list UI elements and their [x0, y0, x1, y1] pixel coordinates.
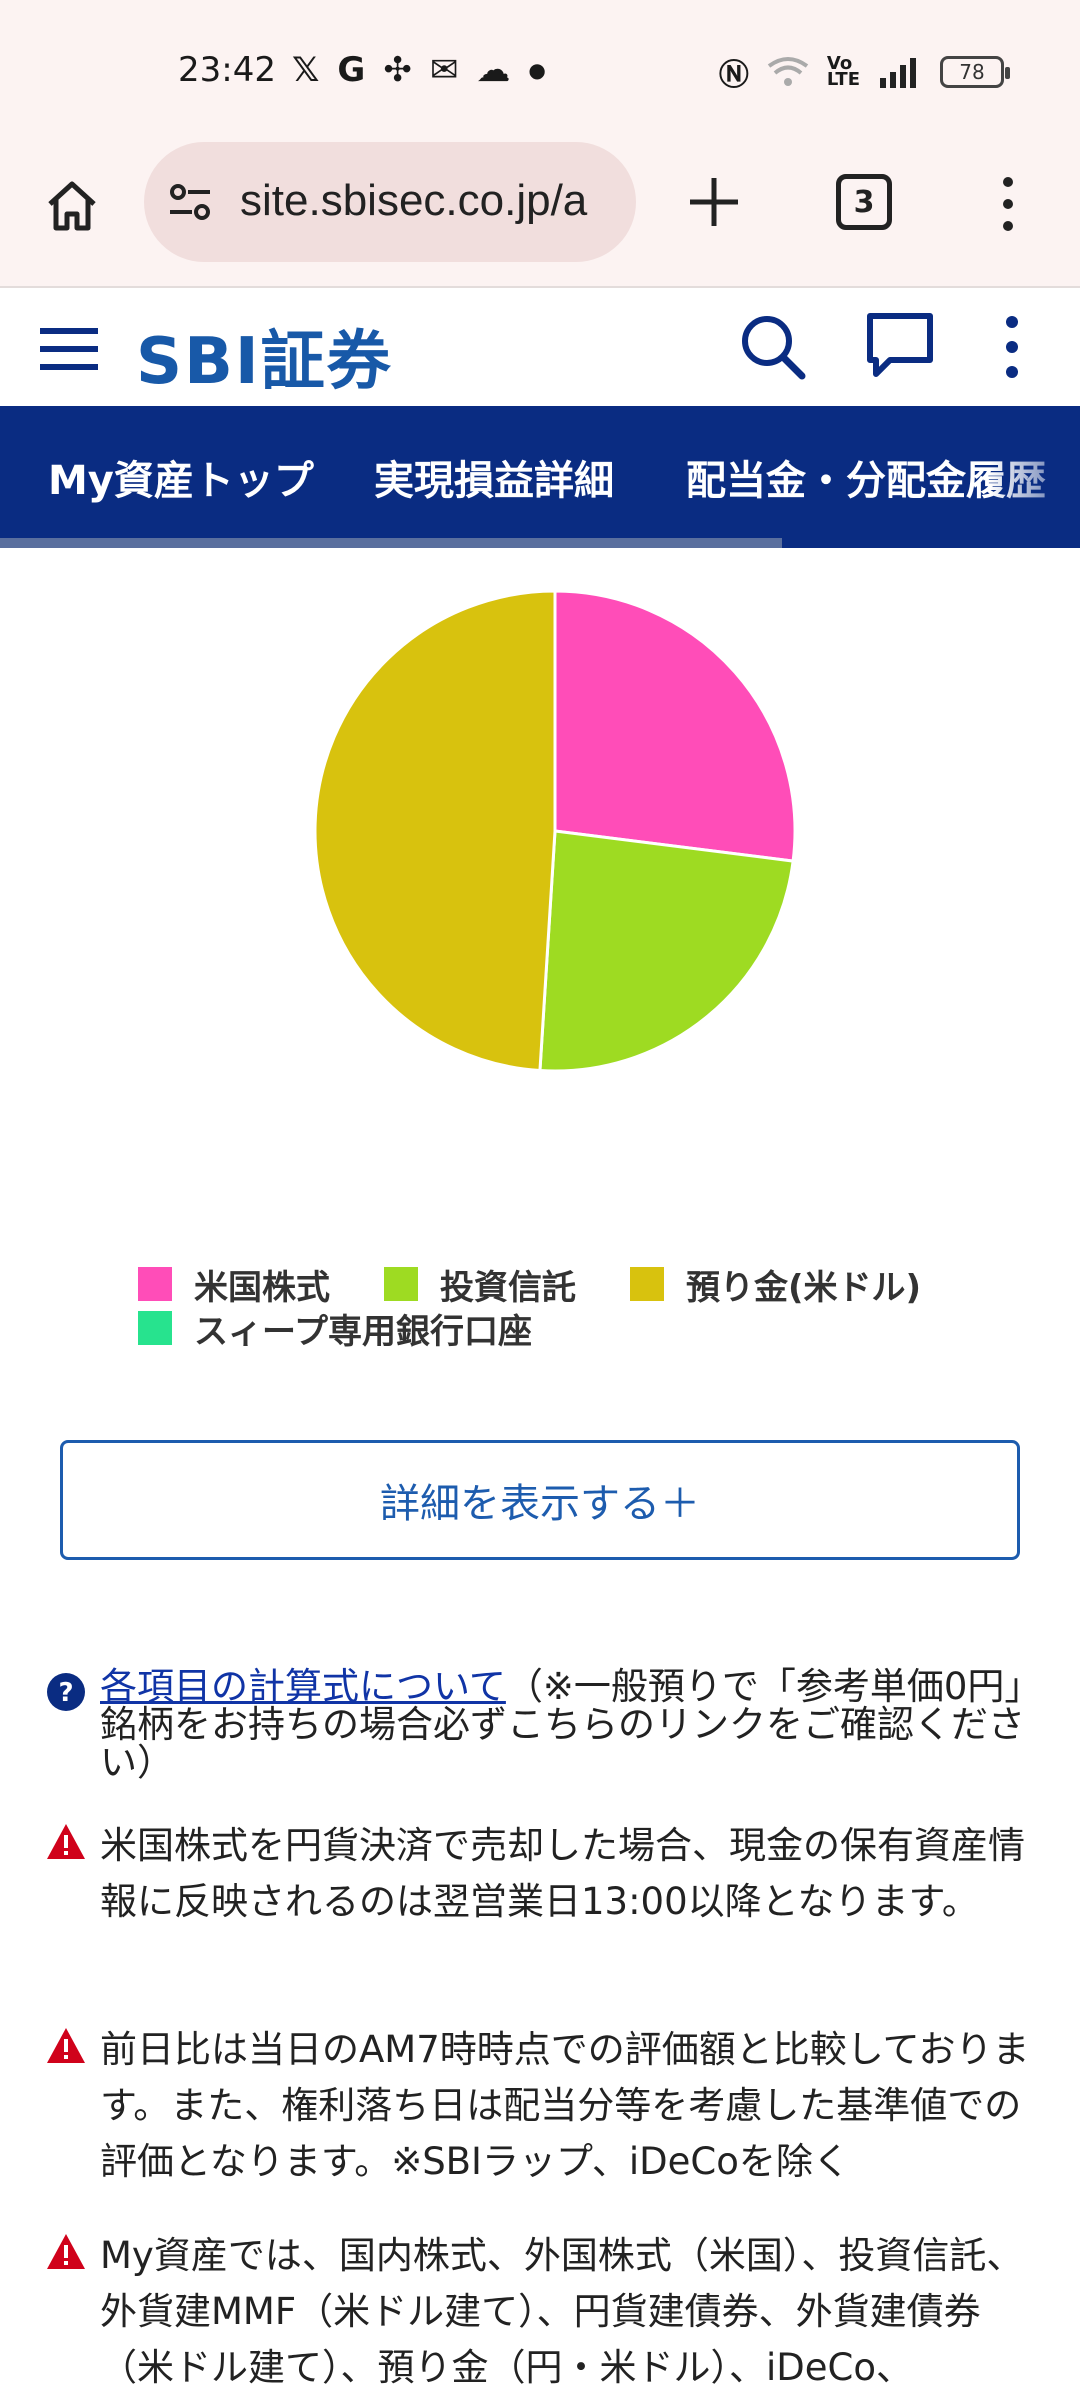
nav-fade — [990, 406, 1080, 548]
url-bar[interactable]: site.sbisec.co.jp/a — [144, 142, 636, 262]
calc-note-text: 各項目の計算式について（※一般預りで「参考単価0円」銘柄をお持ちの場合必ずこちら… — [100, 1668, 1036, 1782]
browser-menu-icon[interactable] — [996, 172, 1020, 236]
status-bar: 23:42 𝕏 G ✣ ✉ ☁ ● Ⓝ Vo LTE 78 — [0, 0, 1080, 140]
google-icon: G — [337, 50, 366, 90]
legend-swatch — [138, 1311, 172, 1345]
home-icon[interactable] — [40, 174, 104, 238]
help-icon: ? — [47, 1673, 85, 1711]
dot-icon: ● — [528, 58, 546, 82]
pie-slice-1[interactable] — [538, 829, 795, 1073]
site-header: SBI証券 — [0, 288, 1080, 406]
legend-label: 預り金(米ドル) — [686, 1267, 922, 1308]
warning-icon — [47, 1824, 85, 1859]
battery-icon: 78 — [940, 56, 1010, 88]
nfc-icon: Ⓝ — [718, 58, 749, 93]
url-text[interactable]: site.sbisec.co.jp/a — [240, 176, 620, 226]
legend-swatch — [138, 1267, 172, 1301]
tab-realized-pl[interactable]: 実現損益詳細 — [374, 448, 614, 506]
pinwheel-icon: ✣ — [383, 50, 412, 90]
tab-my-assets-top[interactable]: My資産トップ — [48, 448, 314, 506]
notification-icons: 𝕏 G ✣ ✉ ☁ ● — [292, 50, 546, 90]
signal-icon — [880, 58, 916, 88]
site-menu-icon[interactable] — [1000, 312, 1024, 382]
status-time: 23:42 — [178, 50, 276, 90]
legend-item-sweep-account[interactable]: スィープ専用銀行口座 — [138, 1304, 532, 1353]
pie-slice-2[interactable] — [313, 589, 557, 1073]
warning-note-2: 前日比は当日のAM7時時点での評価額と比較しております。また、権利落ち日は配当分… — [46, 2022, 1036, 2190]
volte-icon: Vo LTE — [826, 53, 860, 90]
legend-label: スィープ専用銀行口座 — [194, 1311, 532, 1352]
wifi-icon — [767, 57, 809, 86]
tab-switcher-button[interactable]: 3 — [836, 174, 892, 230]
warning-text: My資産では、国内株式、外国株式（米国）、投資信託、外貨建MMF（米ドル建て）、… — [100, 2234, 1024, 2389]
new-tab-icon[interactable] — [684, 172, 744, 232]
legend-label: 投資信託 — [440, 1267, 576, 1308]
asset-nav-tabs: My資産トップ 実現損益詳細 配当金・分配金履歴 — [0, 406, 1080, 548]
calc-formula-link[interactable]: 各項目の計算式について — [100, 1665, 506, 1708]
sbi-logo[interactable]: SBI証券 — [136, 310, 393, 402]
site-settings-icon[interactable] — [166, 178, 214, 226]
nav-scroll-indicator — [0, 538, 782, 548]
mail-icon: ✉ — [429, 50, 459, 90]
system-icons: Ⓝ Vo LTE 78 — [718, 50, 1010, 94]
warning-note-1: 米国株式を円貨決済で売却した場合、現金の保有資産情報に反映されるのは翌営業日13… — [46, 1818, 1036, 1930]
warning-icon — [47, 2028, 85, 2063]
legend-item-us-stocks[interactable]: 米国株式 — [138, 1260, 330, 1309]
search-icon[interactable] — [738, 312, 808, 382]
svg-text:?: ? — [58, 1678, 73, 1708]
warning-text: 前日比は当日のAM7時時点での評価額と比較しております。また、権利落ち日は配当分… — [100, 2028, 1030, 2183]
asset-pie-chart — [313, 589, 797, 1073]
legend-swatch — [630, 1267, 664, 1301]
legend-swatch — [384, 1267, 418, 1301]
x-icon: 𝕏 — [292, 50, 320, 90]
pie-slice-0[interactable] — [553, 589, 797, 863]
browser-toolbar: site.sbisec.co.jp/a 3 — [0, 140, 1080, 288]
warning-text: 米国株式を円貨決済で売却した場合、現金の保有資産情報に反映されるのは翌営業日13… — [100, 1824, 1025, 1923]
calc-formula-note: ? 各項目の計算式について（※一般預りで「参考単価0円」銘柄をお持ちの場合必ずこ… — [46, 1668, 1036, 1782]
warning-note-3: My資産では、国内株式、外国株式（米国）、投資信託、外貨建MMF（米ドル建て）、… — [46, 2228, 1036, 2396]
legend-label: 米国株式 — [194, 1267, 330, 1308]
chart-legend: 米国株式 投資信託 預り金(米ドル) スィープ専用銀行口座 — [138, 1260, 1018, 1353]
legend-item-usd-deposit[interactable]: 預り金(米ドル) — [630, 1260, 921, 1309]
hamburger-menu-icon[interactable] — [40, 322, 98, 376]
legend-item-mutual-funds[interactable]: 投資信託 — [384, 1260, 576, 1309]
warning-icon — [47, 2234, 85, 2269]
cloud-icon: ☁ — [476, 50, 511, 90]
show-details-button[interactable]: 詳細を表示する＋ — [60, 1440, 1020, 1560]
chat-icon[interactable] — [864, 310, 936, 382]
